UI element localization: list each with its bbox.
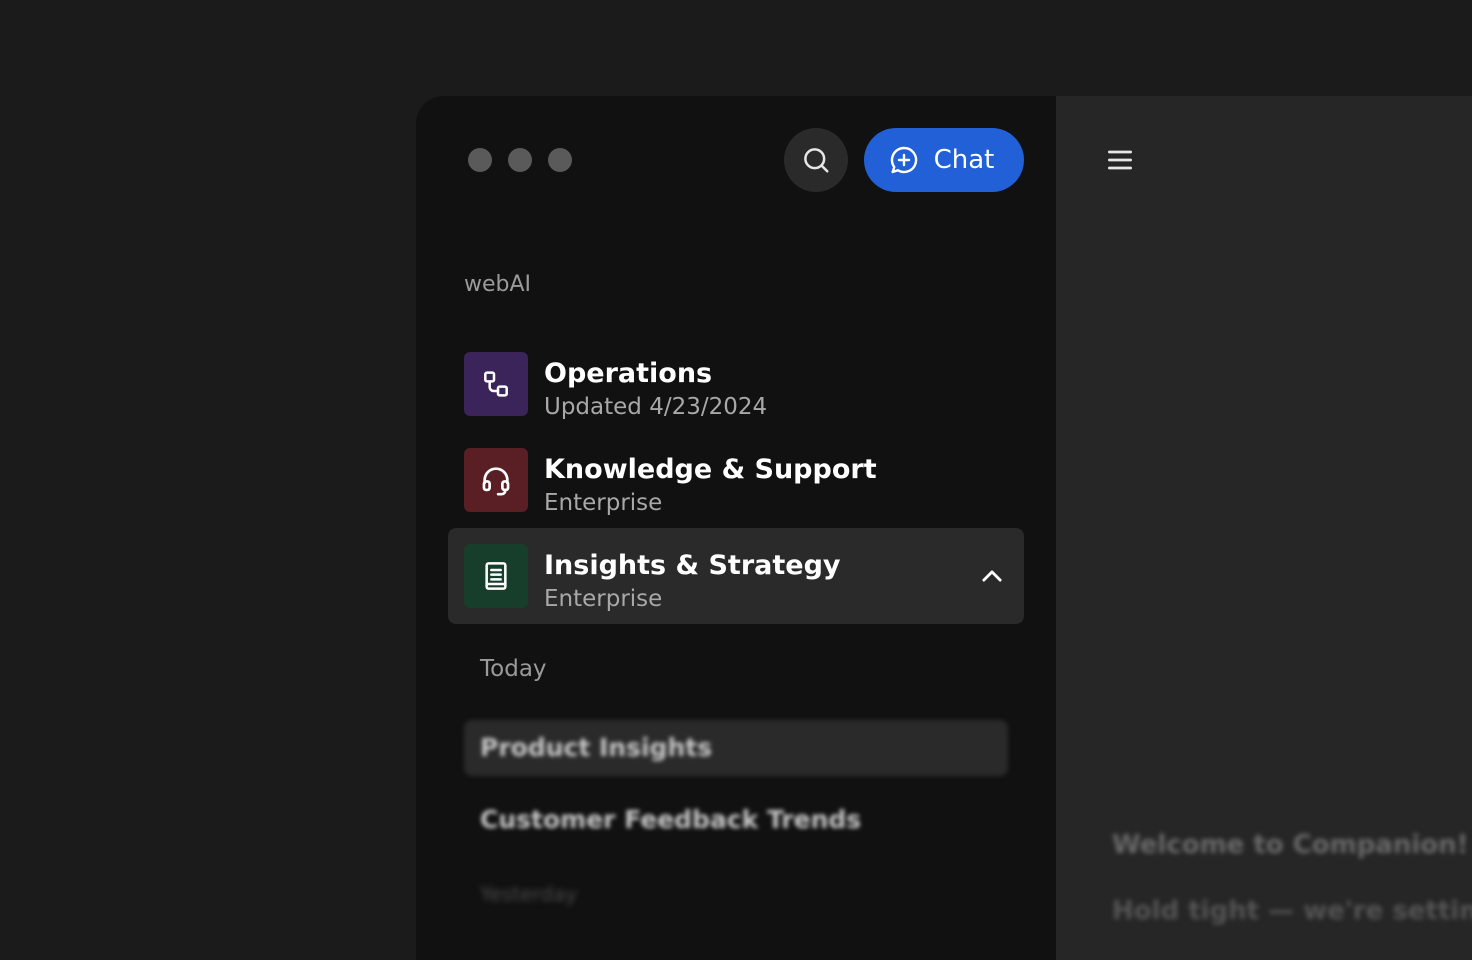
document-icon: [485, 562, 507, 590]
workspace-item-operations[interactable]: Operations Updated 4/23/2024: [448, 336, 1024, 432]
app-window: Chat webAI Operations Updated 4/23/2024: [416, 96, 1472, 960]
workflow-icon: [484, 371, 508, 397]
workspace-title: Insights & Strategy: [544, 550, 841, 581]
search-icon: [804, 148, 829, 173]
hamburger-menu-icon[interactable]: [1104, 144, 1136, 176]
welcome-subtitle: Hold tight — we're setting u: [1112, 896, 1472, 926]
window-maximize-button[interactable]: [548, 148, 572, 172]
workspace-title: Knowledge & Support: [544, 454, 877, 485]
sidebar: Chat webAI Operations Updated 4/23/2024: [416, 96, 1056, 960]
section-label-yesterday: Yesterday: [480, 882, 578, 906]
headset-icon: [482, 467, 510, 496]
welcome-title: Welcome to Companion!: [1112, 830, 1469, 860]
workspace-icon-tile: [464, 448, 528, 512]
chat-plus-icon: [890, 146, 917, 174]
workspace-title: Operations: [544, 358, 713, 389]
window-close-button[interactable]: [468, 148, 492, 172]
main-panel: Welcome to Companion! Hold tight — we're…: [1056, 96, 1472, 960]
workspace-item-knowledge-support[interactable]: Knowledge & Support Enterprise: [448, 432, 1024, 528]
window-controls: [468, 148, 572, 172]
org-name: webAI: [464, 272, 532, 297]
chat-button-label: Chat: [933, 145, 995, 175]
new-chat-button[interactable]: Chat: [864, 128, 1024, 192]
chat-item-product-insights[interactable]: Product Insights: [464, 720, 1008, 776]
section-label-today: Today: [480, 656, 547, 682]
workspace-subtitle: Updated 4/23/2024: [544, 394, 768, 420]
workspace-subtitle: Enterprise: [544, 586, 663, 612]
workspace-subtitle: Enterprise: [544, 490, 663, 516]
search-button[interactable]: [784, 128, 848, 192]
chevron-up-icon[interactable]: [978, 562, 1006, 590]
workspace-icon-tile: [464, 544, 528, 608]
chat-item-customer-feedback-trends[interactable]: Customer Feedback Trends: [464, 792, 1008, 848]
workspace-item-insights-strategy[interactable]: Insights & Strategy Enterprise: [448, 528, 1024, 624]
window-minimize-button[interactable]: [508, 148, 532, 172]
workspace-icon-tile: [464, 352, 528, 416]
